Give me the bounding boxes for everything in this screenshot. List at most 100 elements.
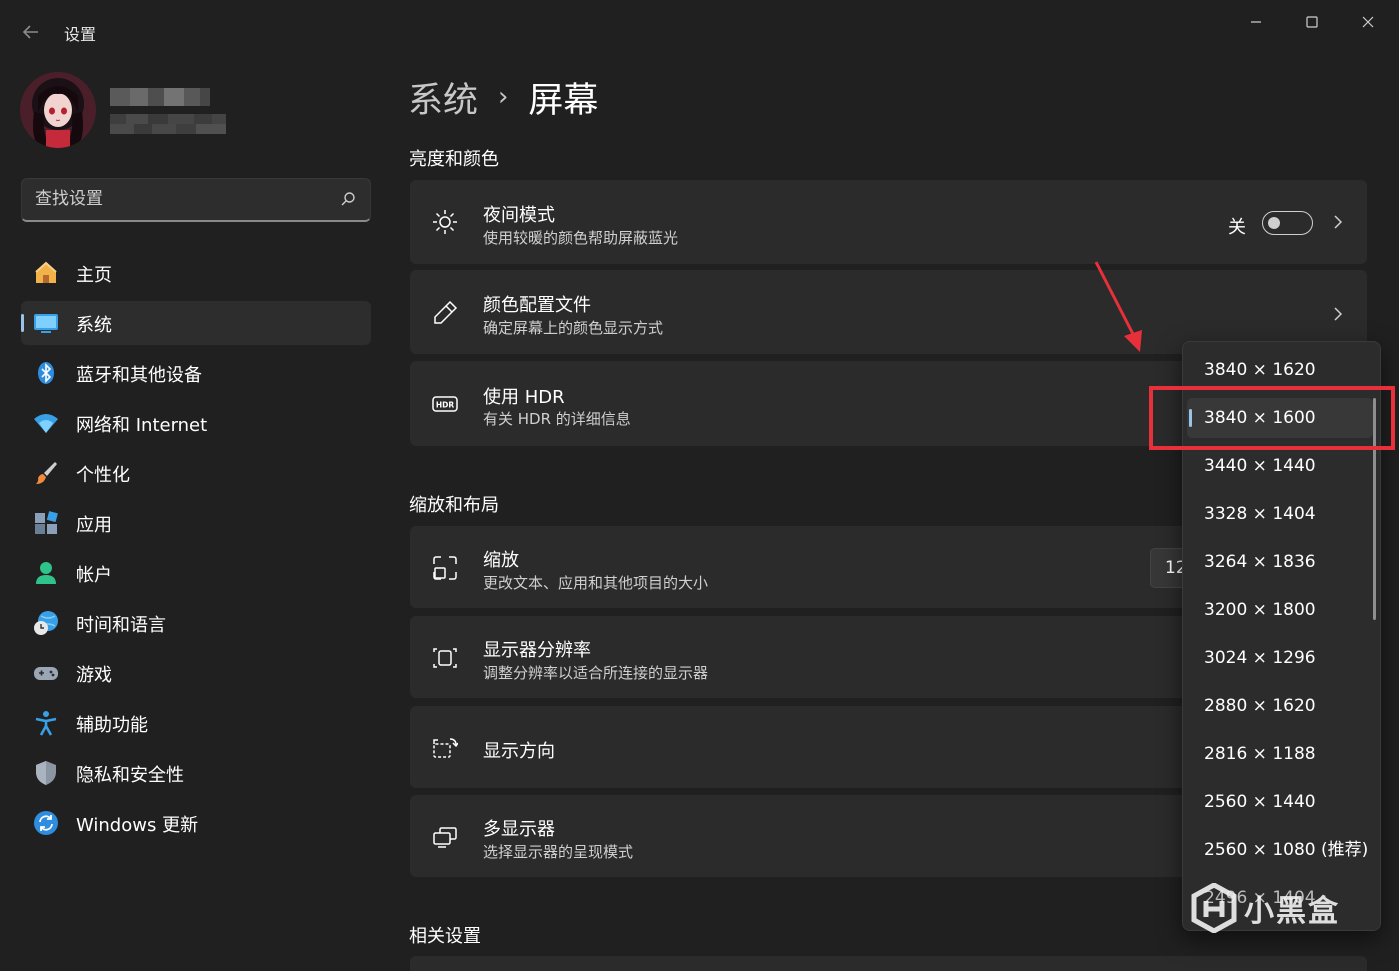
- sidebar-item-bluetooth[interactable]: 蓝牙和其他设备: [21, 351, 371, 395]
- xiaoheihe-logo-icon: [1191, 883, 1237, 933]
- night-light-card[interactable]: 夜间模式 使用较暖的颜色帮助屏蔽蓝光 关: [410, 180, 1367, 264]
- close-icon: [1362, 16, 1374, 28]
- gamepad-icon: [34, 667, 58, 680]
- account-icon: [36, 562, 56, 584]
- sidebar-item-network[interactable]: 网络和 Internet: [21, 401, 371, 445]
- breadcrumb-parent[interactable]: 系统: [408, 72, 478, 123]
- resolution-option[interactable]: 3440 × 1440: [1187, 446, 1373, 486]
- page-title: 屏幕: [528, 80, 599, 121]
- sidebar-item-personalization[interactable]: 个性化: [21, 451, 371, 495]
- scale-icon: [433, 556, 457, 580]
- back-button[interactable]: [14, 18, 48, 46]
- resolution-subtitle: 调整分辨率以适合所连接的显示器: [483, 664, 709, 682]
- orientation-icon: [433, 738, 458, 758]
- search-box[interactable]: [21, 178, 371, 222]
- toggle-knob: [1268, 217, 1280, 229]
- chevron-right-icon[interactable]: [1331, 215, 1345, 229]
- resolution-option[interactable]: 3200 × 1800: [1187, 590, 1373, 630]
- sidebar-item-system[interactable]: 系统: [21, 301, 371, 345]
- sidebar-item-label: 蓝牙和其他设备: [76, 365, 202, 386]
- night-light-title: 夜间模式: [483, 205, 555, 226]
- resolution-icon: [433, 648, 457, 668]
- sidebar-item-label: 应用: [76, 515, 112, 536]
- search-icon[interactable]: [340, 191, 356, 207]
- brightness-icon: [433, 210, 457, 234]
- resolution-title: 显示器分辨率: [483, 640, 591, 661]
- sidebar-item-accounts[interactable]: 帐户: [21, 551, 371, 595]
- scale-title: 缩放: [483, 550, 519, 571]
- update-icon: [34, 811, 58, 835]
- title-bar: 设置: [0, 0, 1399, 64]
- minimize-icon: [1251, 21, 1261, 23]
- hdr-icon: HDR: [432, 396, 458, 412]
- resolution-option[interactable]: 2560 × 1440: [1187, 782, 1373, 822]
- sidebar-item-gaming[interactable]: 游戏: [21, 651, 371, 695]
- resolution-option[interactable]: 3024 × 1296: [1187, 638, 1373, 678]
- back-arrow-icon: [22, 25, 38, 39]
- system-display-icon: [34, 314, 58, 333]
- night-light-subtitle: 使用较暖的颜色帮助屏蔽蓝光: [483, 229, 679, 247]
- sidebar-item-home[interactable]: 主页: [21, 251, 371, 295]
- sidebar-item-apps[interactable]: 应用: [21, 501, 371, 545]
- maximize-button[interactable]: [1284, 8, 1340, 36]
- resolution-option[interactable]: 2880 × 1620: [1187, 686, 1373, 726]
- accessibility-icon: [35, 711, 57, 736]
- resolution-option[interactable]: 2560 × 1080 (推荐): [1187, 830, 1373, 870]
- watermark: 小黑盒: [1190, 880, 1340, 936]
- hdr-subtitle[interactable]: 有关 HDR 的详细信息: [483, 408, 631, 429]
- watermark-text: 小黑盒: [1244, 894, 1340, 929]
- red-arrow-annotation: [1094, 261, 1142, 352]
- sidebar-item-windows-update[interactable]: Windows 更新: [21, 801, 371, 845]
- night-light-toggle[interactable]: [1262, 211, 1313, 235]
- sidebar-item-privacy[interactable]: 隐私和安全性: [21, 751, 371, 795]
- breadcrumb: 系统 › 屏幕: [408, 72, 598, 122]
- resolution-option[interactable]: 2816 × 1188: [1187, 734, 1373, 774]
- wifi-icon: [34, 414, 58, 433]
- sidebar-item-label: 帐户: [76, 565, 112, 586]
- sidebar-item-label: 系统: [76, 315, 112, 336]
- color-profile-title: 颜色配置文件: [483, 295, 591, 316]
- sidebar-item-label: 游戏: [76, 665, 112, 686]
- hdr-title: 使用 HDR: [483, 387, 565, 408]
- related-settings-card[interactable]: [410, 956, 1367, 971]
- chevron-right-icon[interactable]: [1331, 307, 1345, 321]
- sidebar-item-time-language[interactable]: 时间和语言: [21, 601, 371, 645]
- sidebar-item-accessibility[interactable]: 辅助功能: [21, 701, 371, 745]
- sidebar-item-label: 主页: [76, 265, 112, 286]
- eyedropper-icon: [434, 300, 458, 324]
- section-title-scale-layout: 缩放和布局: [409, 495, 499, 516]
- scale-subtitle: 更改文本、应用和其他项目的大小: [483, 574, 709, 592]
- multi-display-subtitle: 选择显示器的呈现模式: [483, 843, 634, 861]
- sidebar-item-label: 个性化: [76, 465, 130, 486]
- shield-icon: [36, 761, 56, 785]
- orientation-title: 显示方向: [483, 741, 555, 762]
- multi-display-icon: [433, 827, 457, 848]
- section-title-brightness: 亮度和颜色: [409, 149, 499, 170]
- avatar-anime-girl: [20, 72, 96, 148]
- resolution-option[interactable]: 3840 × 1620: [1187, 350, 1373, 390]
- user-email-redacted: [110, 114, 226, 134]
- avatar[interactable]: [20, 72, 96, 148]
- window-title: 设置: [64, 25, 97, 44]
- resolution-option[interactable]: 3328 × 1404: [1187, 494, 1373, 534]
- selection-indicator: [21, 314, 24, 332]
- bluetooth-icon: [38, 362, 54, 384]
- sidebar-item-label: Windows 更新: [76, 815, 199, 836]
- multi-display-title: 多显示器: [483, 819, 555, 840]
- resolution-option[interactable]: 3264 × 1836: [1187, 542, 1373, 582]
- sidebar-item-label: 辅助功能: [76, 715, 148, 736]
- breadcrumb-separator-icon: ›: [498, 82, 509, 112]
- minimize-button[interactable]: [1228, 8, 1284, 36]
- apps-icon: [35, 511, 58, 534]
- sidebar-item-label: 隐私和安全性: [76, 765, 184, 786]
- section-title-related: 相关设置: [409, 926, 481, 947]
- user-name-redacted: [110, 88, 210, 106]
- search-input[interactable]: [22, 179, 332, 219]
- paint-brush-icon: [36, 462, 57, 484]
- svg-text:HDR: HDR: [436, 401, 455, 410]
- globe-clock-icon: [34, 611, 58, 635]
- sidebar-item-label: 时间和语言: [76, 615, 166, 636]
- night-light-state-label: 关: [1228, 217, 1246, 238]
- close-button[interactable]: [1340, 8, 1396, 36]
- sidebar-item-label: 网络和 Internet: [76, 415, 208, 436]
